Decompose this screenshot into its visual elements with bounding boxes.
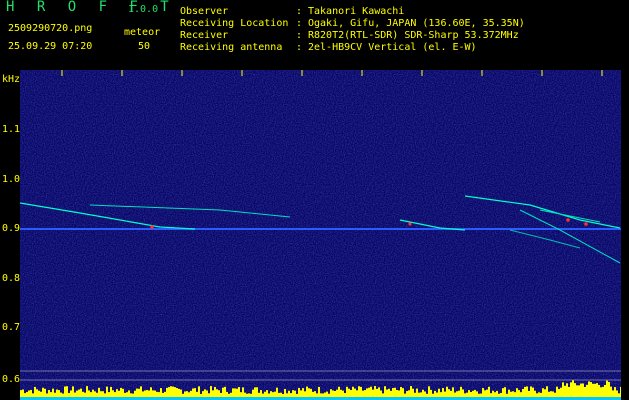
freq-tick-label: 0.9 xyxy=(2,223,21,234)
y-unit-label: kHz xyxy=(2,74,21,85)
freq-tick-label: 1.0 xyxy=(2,174,21,185)
freq-tick-label: 0.6 xyxy=(2,374,21,385)
spectrogram-plot xyxy=(20,70,621,400)
observer-value: Takanori Kawachi xyxy=(308,6,405,17)
antenna-value: 2el-HB9CV Vertical (el. E-W) xyxy=(308,42,477,53)
hot-spot xyxy=(150,225,154,229)
meteor-label: meteor xyxy=(124,27,161,38)
hot-spot xyxy=(566,218,570,222)
meteor-count: 50 xyxy=(138,41,151,52)
observer-label: Observer xyxy=(180,6,229,17)
antenna-label: Receiving antenna xyxy=(180,42,283,53)
header-panel: H R O F F T 1.0.0 2509290720.png 25.09.2… xyxy=(0,0,629,70)
spectrogram-canvas xyxy=(20,70,621,400)
receiver-value: R820T2(RTL-SDR) SDR-Sharp 53.372MHz xyxy=(308,30,519,41)
freq-tick-label: 0.7 xyxy=(2,322,21,333)
datetime: 25.09.29 07:20 xyxy=(8,41,93,52)
location-value: Ogaki, Gifu, JAPAN (136.60E, 35.35N) xyxy=(308,18,525,29)
receiver-label: Receiver xyxy=(180,30,229,41)
location-label: Receiving Location xyxy=(180,18,289,29)
hot-spot xyxy=(584,222,588,226)
filename: 2509290720.png xyxy=(8,23,93,34)
freq-tick-label: 0.8 xyxy=(2,273,21,284)
hot-spot xyxy=(408,222,412,226)
app-version: 1.0.0 xyxy=(128,4,159,15)
freq-tick-label: 1.1 xyxy=(2,124,21,135)
